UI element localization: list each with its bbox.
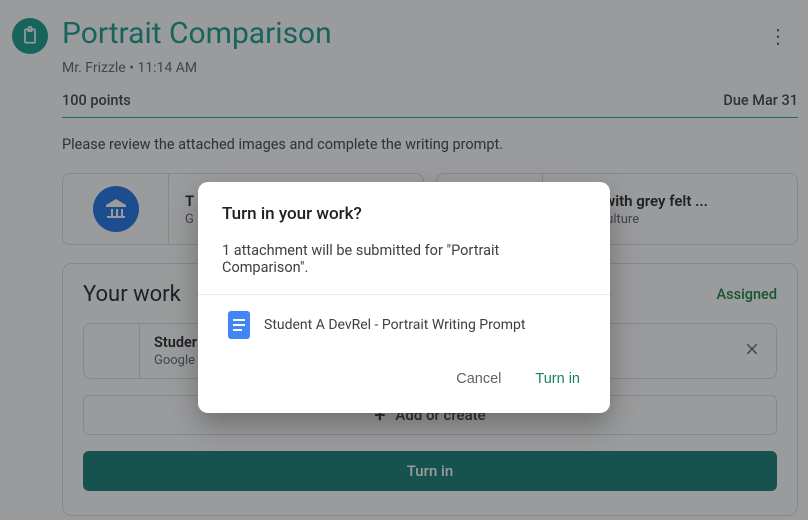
confirm-turn-in-button[interactable]: Turn in [531, 365, 584, 393]
dialog-title: Turn in your work? [222, 204, 586, 224]
dialog-attachment-name: Student A DevRel - Portrait Writing Prom… [264, 317, 525, 333]
modal-overlay[interactable]: Turn in your work? 1 attachment will be … [0, 0, 808, 520]
turn-in-dialog: Turn in your work? 1 attachment will be … [198, 182, 610, 413]
dialog-body: 1 attachment will be submitted for "Port… [222, 242, 586, 276]
google-docs-icon [228, 311, 250, 339]
dialog-attachment-row: Student A DevRel - Portrait Writing Prom… [222, 295, 586, 347]
dialog-actions: Cancel Turn in [222, 347, 586, 399]
cancel-button[interactable]: Cancel [452, 365, 505, 393]
